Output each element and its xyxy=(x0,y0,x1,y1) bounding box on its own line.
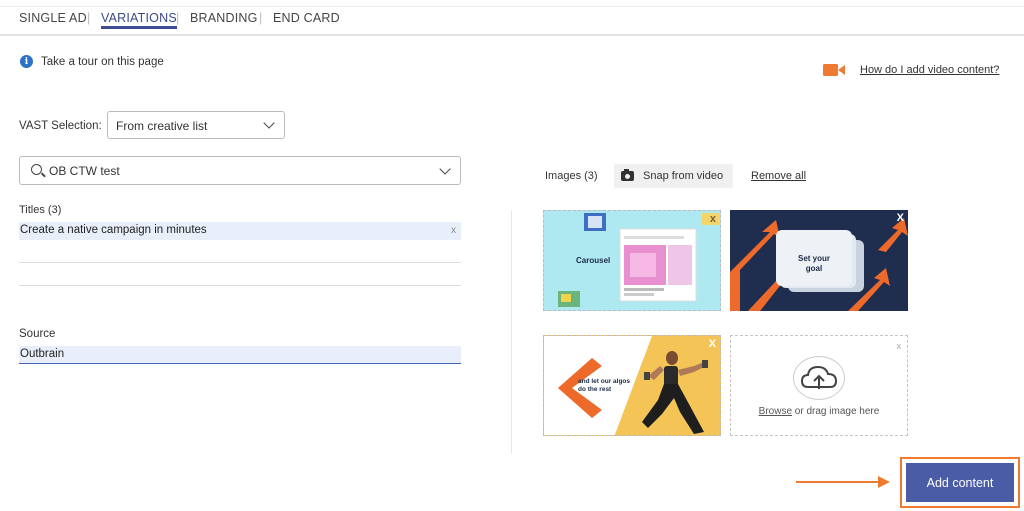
image-thumbnail[interactable]: and let our algos do the rest X xyxy=(543,335,721,436)
upload-hint: Browse or drag image here xyxy=(731,406,907,417)
tab-end-card[interactable]: END CARD xyxy=(273,11,340,25)
remove-all-link[interactable]: Remove all xyxy=(751,170,806,182)
take-tour-label: Take a tour on this page xyxy=(41,55,164,68)
arrow-right-icon xyxy=(796,476,890,488)
image-upload-dropzone[interactable]: Browse or drag image here x xyxy=(730,335,908,436)
chevron-down-icon xyxy=(263,117,275,129)
source-input[interactable]: Outbrain xyxy=(19,346,461,364)
creative-search-dropdown[interactable]: OB CTW test xyxy=(19,156,461,185)
tab-separator: | xyxy=(87,11,91,25)
tab-separator: | xyxy=(259,11,263,25)
title-input[interactable]: Create a native campaign in minutes x xyxy=(19,222,461,240)
tab-bar: SINGLE AD | VARIATIONS | BRANDING | END … xyxy=(0,0,1024,36)
tab-branding[interactable]: BRANDING xyxy=(190,11,258,25)
title-text: Create a native campaign in minutes xyxy=(20,224,207,236)
snap-from-video-button[interactable]: Snap from video xyxy=(614,164,733,188)
cloud-upload-icon xyxy=(800,365,838,389)
remove-title-button[interactable]: x xyxy=(451,225,456,236)
title-divider xyxy=(19,262,461,263)
title-input[interactable] xyxy=(19,266,461,284)
remove-image-button[interactable]: x xyxy=(897,341,902,351)
column-divider xyxy=(511,210,512,454)
remove-image-button[interactable]: X xyxy=(709,338,716,350)
remove-image-button[interactable]: x xyxy=(710,213,716,225)
vast-selection-label: VAST Selection: xyxy=(19,120,102,132)
browse-link[interactable]: Browse xyxy=(759,406,792,417)
video-help: How do I add video content? xyxy=(823,63,999,77)
video-camera-icon xyxy=(823,64,845,76)
remove-image-button[interactable]: X xyxy=(897,212,904,224)
top-divider xyxy=(0,6,1024,7)
source-label: Source xyxy=(19,328,56,340)
images-label: Images (3) xyxy=(545,170,598,182)
tab-variations[interactable]: VARIATIONS xyxy=(101,11,177,29)
thumbnail-caption: Set your goal xyxy=(797,254,830,273)
upload-hint-text: or drag image here xyxy=(792,406,880,417)
search-icon xyxy=(31,164,42,175)
creative-search-value: OB CTW test xyxy=(49,164,120,178)
add-content-button[interactable]: Add content xyxy=(906,463,1014,502)
fitness-ad-image xyxy=(544,336,708,435)
snap-from-video-label: Snap from video xyxy=(643,170,724,182)
thumbnail-caption: Carousel xyxy=(576,256,611,265)
title-input[interactable] xyxy=(19,243,461,261)
upload-circle xyxy=(793,356,845,400)
vast-selection-value: From creative list xyxy=(116,119,208,133)
titles-label: Titles (3) xyxy=(19,204,62,216)
image-thumbnail[interactable]: Carousel x xyxy=(543,210,721,311)
vast-selection-dropdown[interactable]: From creative list xyxy=(107,111,285,139)
take-tour-link[interactable]: i Take a tour on this page xyxy=(20,55,164,68)
info-icon: i xyxy=(20,55,33,68)
image-thumbnail[interactable]: Set your goal X xyxy=(730,210,908,311)
thumbnail-caption: and let our algos do the rest xyxy=(578,378,631,393)
carousel-ad-image xyxy=(558,213,720,307)
chevron-down-icon xyxy=(439,163,451,175)
tab-separator: | xyxy=(176,11,180,25)
video-help-link[interactable]: How do I add video content? xyxy=(860,64,999,76)
title-divider xyxy=(19,285,461,286)
camera-icon xyxy=(621,169,634,181)
tab-single-ad[interactable]: SINGLE AD xyxy=(19,11,87,25)
